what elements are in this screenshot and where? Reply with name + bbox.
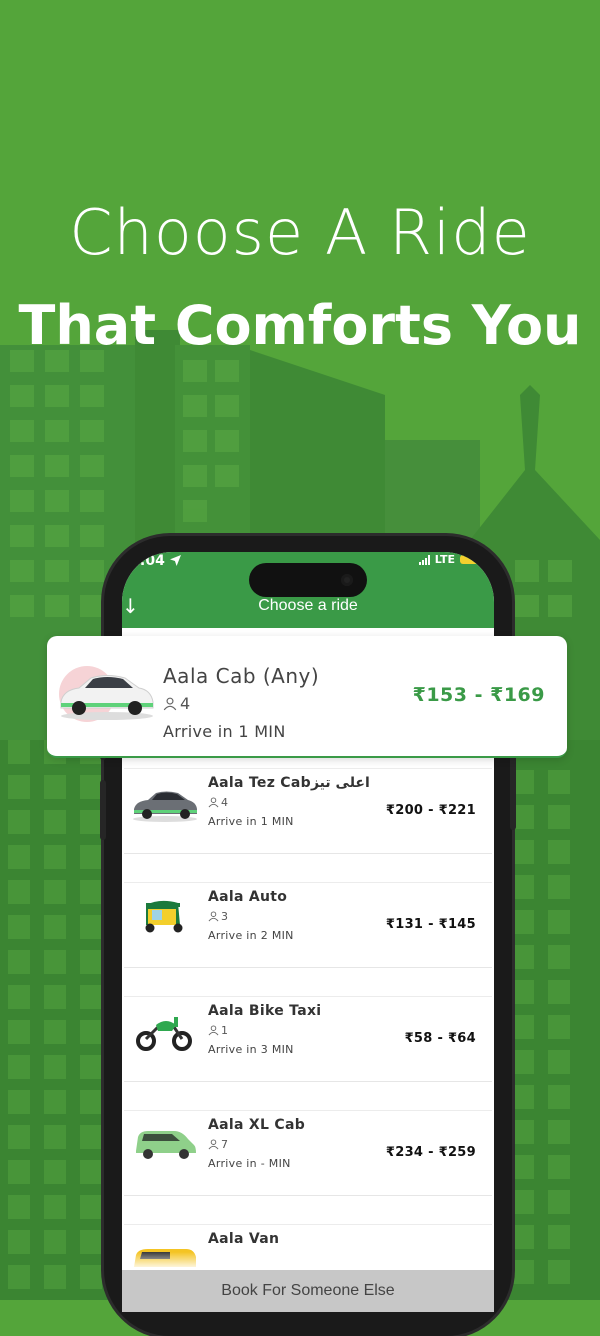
- person-icon: [208, 1139, 219, 1150]
- status-time: 1:04: [130, 553, 181, 569]
- ride-option-xl-cab[interactable]: Aala XL Cab 7 Arrive in - MIN ₹234 - ₹25…: [124, 1110, 492, 1196]
- ride-seats-count: 4: [221, 796, 228, 809]
- ride-name: Aala Auto: [208, 889, 288, 905]
- featured-ride-arrival-time: Arrive in 1 MIN: [163, 722, 286, 741]
- ride-price: ₹58 - ₹64: [404, 1031, 476, 1046]
- dynamic-island: [249, 563, 367, 597]
- auto-rickshaw-icon: [145, 900, 183, 933]
- ride-option-tez-cab[interactable]: Aala Tez Cabاعلی تیز 4 Arrive in 1 MIN ₹…: [124, 768, 492, 854]
- ride-name: Aala XL Cab: [208, 1117, 306, 1133]
- ride-seats: 7: [208, 1138, 228, 1151]
- ride-arrival-time: Arrive in 1 MIN: [208, 815, 294, 828]
- ride-seats: 4: [208, 796, 228, 809]
- white-car-icon: [59, 666, 154, 722]
- person-icon: [208, 911, 219, 922]
- ride-name: Aala Tez Cabاعلی تیز: [208, 775, 370, 791]
- camera-icon: [341, 574, 353, 586]
- phone-volume-button: [100, 780, 106, 840]
- featured-ride-seats-count: 4: [180, 694, 191, 713]
- ride-price: ₹234 - ₹259: [385, 1145, 476, 1160]
- ride-option-auto[interactable]: Aala Auto 3 Arrive in 2 MIN ₹131 - ₹145: [124, 882, 492, 968]
- headline-line-2: That Comforts You: [18, 294, 582, 357]
- header-title: Choose a ride: [258, 597, 358, 614]
- ride-price: ₹131 - ₹145: [385, 917, 476, 932]
- status-time-text: 1:04: [130, 553, 165, 569]
- ride-arrival-time: Arrive in 2 MIN: [208, 929, 294, 942]
- battery-icon: [460, 555, 478, 564]
- ride-seats: 3: [208, 910, 228, 923]
- featured-ride-price: ₹153 - ₹169: [412, 684, 545, 706]
- featured-ride-name: Aala Cab (Any): [163, 664, 320, 688]
- ride-seats-count: 1: [221, 1024, 228, 1037]
- person-icon: [208, 1025, 219, 1036]
- ride-arrival-time: Arrive in - MIN: [208, 1157, 291, 1170]
- app-header: 1:04 LTE ↓ Choose a ride: [122, 552, 494, 628]
- sedan-car-icon: [133, 791, 197, 822]
- person-icon: [163, 697, 177, 710]
- location-arrow-icon: [169, 555, 181, 566]
- ride-seats-count: 3: [221, 910, 228, 923]
- signal-icon: [418, 554, 430, 565]
- ride-price: ₹200 - ₹221: [385, 803, 476, 818]
- status-indicators: LTE: [418, 553, 478, 566]
- minivan-icon: [136, 1131, 196, 1159]
- featured-ride-seats: 4: [163, 694, 190, 713]
- person-icon: [208, 797, 219, 808]
- ride-name: Aala Bike Taxi: [208, 1003, 322, 1019]
- list-fade: [122, 1252, 494, 1270]
- headline-line-1: Choose A Ride: [69, 196, 531, 269]
- ride-name: Aala Van: [208, 1231, 280, 1247]
- motorbike-icon: [136, 1017, 192, 1051]
- featured-ride-card[interactable]: Aala Cab (Any) 4 Arrive in 1 MIN ₹153 - …: [47, 636, 567, 758]
- network-label: LTE: [434, 553, 455, 566]
- ride-seats: 1: [208, 1024, 228, 1037]
- ride-seats-count: 7: [221, 1138, 228, 1151]
- ride-option-bike-taxi[interactable]: Aala Bike Taxi 1 Arrive in 3 MIN ₹58 - ₹…: [124, 996, 492, 1082]
- book-for-someone-else-button[interactable]: Book For Someone Else: [122, 1270, 494, 1312]
- ride-arrival-time: Arrive in 3 MIN: [208, 1043, 294, 1056]
